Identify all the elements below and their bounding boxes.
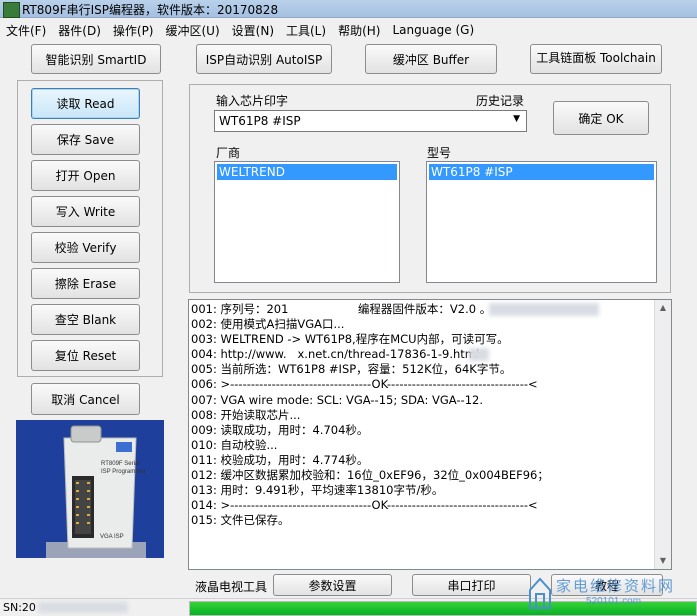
device-port-label: VGA ISP — [100, 534, 124, 540]
log-line: 010: 自动校验... — [191, 437, 278, 452]
log-line: 005: 当前所选：WT61P8 #ISP，容量：512K位，64K字节。 — [191, 362, 512, 377]
serial-number-text: SN:20 — [3, 601, 36, 614]
tutorial-button[interactable]: 教程 — [551, 574, 663, 596]
progress-fill — [190, 602, 696, 615]
model-label: 型号 — [427, 146, 452, 160]
tv-tools-label: 液晶电视工具 — [195, 580, 268, 594]
model-list-item[interactable]: WT61P8 #ISP — [429, 164, 654, 180]
log-panel[interactable]: 001: 序列号：201 编程器固件版本：V2.0 。 002: 使用模式A扫描… — [188, 299, 672, 570]
log-line: 011: 校验成功，用时：4.774秒。 — [191, 452, 369, 467]
buffer-button[interactable]: 缓冲区 Buffer — [365, 44, 497, 74]
model-listbox[interactable]: WT61P8 #ISP — [426, 161, 657, 283]
window-title: RT809F串行ISP编程器，软件版本：20170828 — [22, 3, 279, 17]
scroll-down-icon[interactable]: ▼ — [655, 553, 671, 569]
chip-input-label: 输入芯片印字 — [216, 94, 289, 108]
log-line: 004: http://www. x.net.cn/thread-17836-1… — [191, 347, 480, 362]
progress-bar — [189, 601, 697, 616]
history-label: 历史记录 — [476, 94, 525, 108]
programmer-device-drawing: RT809F Serial ISP Programmer VGA ISP — [16, 420, 164, 558]
device-bottom-label: ISP Programmer — [101, 469, 146, 475]
device-top-label: RT809F Serial — [101, 461, 140, 467]
log-line: 002: 使用模式A扫描VGA口... — [191, 317, 345, 332]
reset-button[interactable]: 复位 Reset — [31, 340, 140, 371]
log-line: 012: 缓冲区数据累加校验和：16位_0xEF96，32位_0x004BEF9… — [191, 468, 549, 483]
write-button[interactable]: 写入 Write — [31, 196, 140, 227]
scroll-up-icon[interactable]: ▲ — [655, 300, 671, 316]
save-button[interactable]: 保存 Save — [31, 124, 140, 155]
title-bar: RT809F串行ISP编程器，软件版本：20170828 — [0, 0, 697, 18]
serial-print-button[interactable]: 串口打印 — [412, 574, 531, 596]
erase-button[interactable]: 擦除 Erase — [31, 268, 140, 299]
vendor-label: 厂商 — [216, 146, 241, 160]
menu-settings[interactable]: 设置(N) — [226, 22, 280, 39]
read-button[interactable]: 读取 Read — [31, 88, 140, 119]
chevron-down-icon[interactable]: ▼ — [513, 114, 520, 124]
cancel-button[interactable]: 取消 Cancel — [31, 383, 140, 415]
vendor-listbox[interactable]: WELTREND — [214, 161, 400, 283]
menu-language[interactable]: Language (G) — [386, 23, 480, 37]
log-line: 013: 用时：9.491秒，平均速率13810字节/秒。 — [191, 483, 444, 498]
redaction-blur — [489, 303, 599, 316]
smart-id-button[interactable]: 智能识别 SmartID — [31, 44, 161, 74]
menu-tools[interactable]: 工具(L) — [280, 22, 332, 39]
chip-input-value: WT61P8 #ISP — [219, 114, 301, 128]
log-line: 003: WELTREND -> WT61P8,程序在MCU内部，可读可写。 — [191, 332, 509, 347]
programmer-device-image: RT809F Serial ISP Programmer VGA ISP — [16, 420, 164, 558]
ok-button[interactable]: 确定 OK — [553, 101, 649, 135]
log-line: 014: >----------------------------------… — [191, 498, 538, 513]
log-line: 008: 开始读取芯片... — [191, 407, 301, 422]
vendor-list-item[interactable]: WELTREND — [217, 164, 397, 180]
auto-isp-button[interactable]: ISP自动识别 AutoISP — [196, 44, 332, 74]
menu-bar: 文件(F) 器件(D) 操作(P) 缓冲区(U) 设置(N) 工具(L) 帮助(… — [0, 19, 697, 41]
params-button[interactable]: 参数设置 — [273, 574, 392, 596]
open-button[interactable]: 打开 Open — [31, 160, 140, 191]
menu-file[interactable]: 文件(F) — [0, 22, 52, 39]
blank-check-button[interactable]: 查空 Blank — [31, 304, 140, 335]
verify-button[interactable]: 校验 Verify — [31, 232, 140, 263]
menu-buffer[interactable]: 缓冲区(U) — [160, 22, 226, 39]
toolchain-button[interactable]: 工具链面板 Toolchain — [530, 44, 662, 74]
log-scrollbar[interactable]: ▲ ▼ — [654, 300, 671, 569]
menu-operation[interactable]: 操作(P) — [107, 22, 160, 39]
menu-help[interactable]: 帮助(H) — [332, 22, 386, 39]
app-icon — [3, 2, 20, 18]
chip-input-combobox[interactable]: WT61P8 #ISP ▼ — [214, 110, 527, 132]
menu-device[interactable]: 器件(D) — [52, 22, 107, 39]
log-line: 009: 读取成功，用时：4.704秒。 — [191, 422, 369, 437]
log-line: 015: 文件已保存。 — [191, 513, 290, 528]
log-line: 007: VGA wire mode: SCL: VGA--15; SDA: V… — [191, 392, 483, 407]
redaction-blur — [38, 602, 128, 613]
redaction-blur — [469, 348, 489, 361]
log-line: 006: >----------------------------------… — [191, 377, 538, 392]
